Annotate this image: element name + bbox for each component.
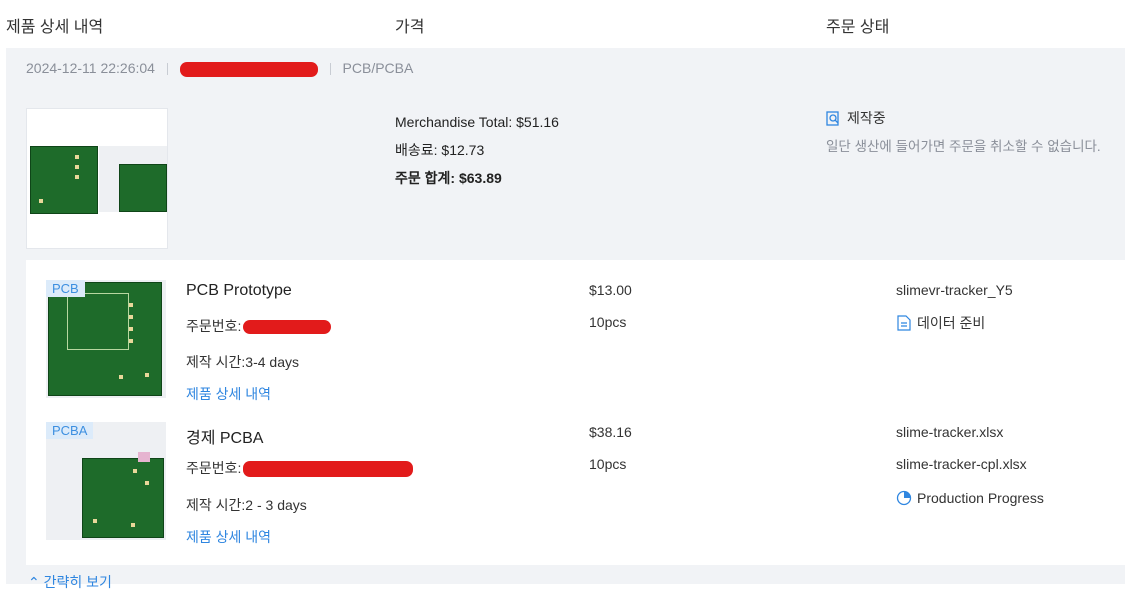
col-details: 제품 상세 내역 xyxy=(6,19,104,36)
item-file-cpl[interactable]: slime-tracker-cpl.xlsx xyxy=(896,456,1027,472)
item-price: $38.16 xyxy=(589,424,632,440)
order-datetime: 2024-12-11 22:26:04 xyxy=(26,60,155,76)
merchandise-total: Merchandise Total: $51.16 xyxy=(395,114,559,130)
item-price: $13.00 xyxy=(589,282,632,298)
order-status: 제작중 일단 생산에 들어가면 주문을 취소할 수 없습니다. xyxy=(826,108,1106,156)
order-category: PCB/PCBA xyxy=(342,60,414,76)
col-price: 가격 xyxy=(395,19,425,36)
item-name: PCB Prototype xyxy=(186,282,292,299)
item-tag: PCBA xyxy=(46,422,94,439)
divider xyxy=(166,63,168,76)
order-thumbnail[interactable] xyxy=(26,108,168,249)
item-status: 데이터 준비 xyxy=(896,313,985,333)
chevron-up-icon: ⌃ xyxy=(28,574,40,590)
pcb-product-image[interactable]: PCB xyxy=(46,280,166,398)
item-tag: PCB xyxy=(46,280,85,297)
order-number: 주문번호: xyxy=(186,316,332,336)
build-time: 제작 시간:2 - 3 days xyxy=(186,497,307,513)
redacted-order-number xyxy=(243,320,332,335)
item-qty: 10pcs xyxy=(589,314,627,330)
shipping-fee: 배송료: $12.73 xyxy=(395,142,485,158)
pcb-image xyxy=(30,146,98,214)
production-progress[interactable]: Production Progress xyxy=(896,490,1044,506)
product-details-link[interactable]: 제품 상세 내역 xyxy=(186,384,271,404)
order-total: 주문 합계: $63.89 xyxy=(395,170,502,186)
price-summary: Merchandise Total: $51.16 배송료: $12.73 주문… xyxy=(395,108,559,192)
collapse-link[interactable]: ⌃ 간략히 보기 xyxy=(28,572,112,592)
divider xyxy=(329,63,331,76)
item-name: 경제 PCBA xyxy=(186,430,264,447)
order-meta: 2024-12-11 22:26:04 PCB/PCBA xyxy=(26,60,413,77)
redacted-order-id xyxy=(179,61,318,77)
item-qty: 10pcs xyxy=(589,456,627,472)
status-note: 일단 생산에 들어가면 주문을 취소할 수 없습니다. xyxy=(826,139,1101,154)
pcba-image xyxy=(99,146,167,212)
order-items: PCB PCB Prototype 주문번호: 제작 시간:3-4 days 제… xyxy=(26,260,1125,565)
build-time: 제작 시간:3-4 days xyxy=(186,354,299,370)
redacted-order-number xyxy=(243,461,414,478)
item-file[interactable]: slimevr-tracker_Y5 xyxy=(896,282,1013,298)
status-label: 제작중 xyxy=(847,110,886,126)
order-number: 주문번호: xyxy=(186,458,414,478)
product-details-link[interactable]: 제품 상세 내역 xyxy=(186,527,271,547)
search-doc-icon xyxy=(826,110,839,126)
list-item: PCBA 경제 PCBA 주문번호: 제작 시간:2 - 3 days 제품 상… xyxy=(26,405,1125,550)
pcba-product-image[interactable]: PCBA xyxy=(46,422,166,540)
col-status: 주문 상태 xyxy=(826,19,890,36)
data-file-icon xyxy=(897,315,911,331)
list-item: PCB PCB Prototype 주문번호: 제작 시간:3-4 days 제… xyxy=(26,260,1125,405)
progress-clock-icon xyxy=(896,490,912,506)
item-file[interactable]: slime-tracker.xlsx xyxy=(896,424,1003,440)
column-header: 제품 상세 내역 가격 주문 상태 xyxy=(0,0,1125,46)
